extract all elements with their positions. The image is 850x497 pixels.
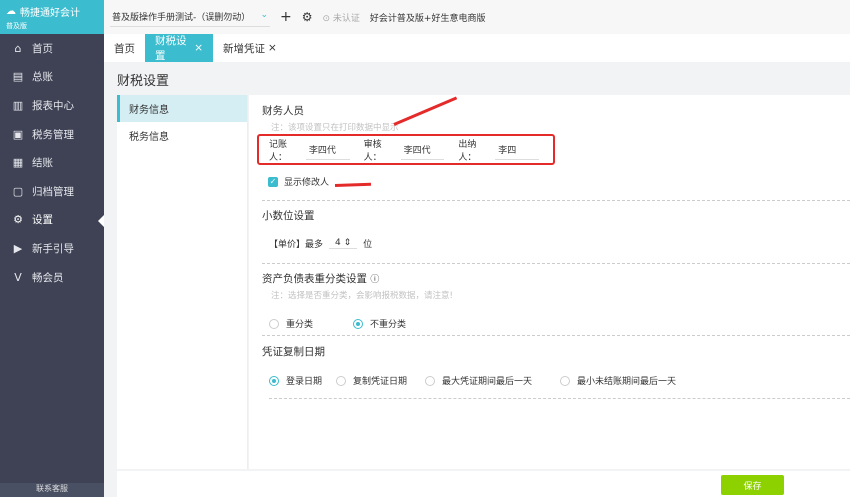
- footer: 保存: [117, 471, 850, 497]
- close-icon[interactable]: ×: [268, 42, 277, 54]
- sidebar: ☁ 畅捷通好会计 普及版 ⌂ 首页 ▤ 总账 ▥ 报表中心 ▣ 税务管理 ▦ 结账 ▢ 归档管理 ⚙ 设置 ▶…: [0, 0, 104, 497]
- add-icon[interactable]: +: [280, 9, 292, 25]
- cloud-icon: ☁: [6, 6, 16, 17]
- note: 注：该项设置只在打印数据中显示: [271, 123, 399, 133]
- save-button[interactable]: 保存: [721, 475, 784, 495]
- nav-icon: V: [14, 270, 22, 284]
- menu-tax-info[interactable]: 税务信息: [117, 122, 247, 149]
- section-title: 财务人员: [262, 105, 304, 117]
- settings-panel: 财务人员 注：该项设置只在打印数据中显示 记账人： 李四代 审核人： 李四代 出纳人…: [249, 95, 850, 469]
- logo: ☁ 畅捷通好会计 普及版: [0, 0, 104, 34]
- radio-copy-date[interactable]: [336, 375, 347, 386]
- cert-status[interactable]: ⊙ 未认证: [323, 11, 360, 24]
- bookkeeper-input[interactable]: 李四代: [305, 140, 350, 160]
- divider: [262, 200, 850, 201]
- radio-login-date[interactable]: [269, 375, 279, 386]
- gear-icon[interactable]: ⚙: [302, 10, 313, 24]
- tab-tax-settings[interactable]: 财税设置 ×: [145, 34, 213, 62]
- sidebar-item[interactable]: ▥ 报表中心: [0, 91, 104, 120]
- page-title: 财税设置: [117, 74, 170, 89]
- show-modifier-checkbox[interactable]: ✓ 显示修改人: [268, 175, 329, 188]
- sidebar-item[interactable]: ▤ 总账: [0, 63, 104, 92]
- sidebar-item[interactable]: ⌂ 首页: [0, 34, 104, 63]
- radio-reclass[interactable]: [269, 318, 279, 329]
- sidebar-item[interactable]: ▶ 新手引导: [0, 234, 104, 263]
- settings-menu: 财务信息 税务信息: [117, 95, 248, 469]
- nav-icon: ▢: [12, 184, 24, 198]
- sidebar-item[interactable]: ▣ 税务管理: [0, 120, 104, 149]
- menu-finance-info[interactable]: 财务信息: [117, 95, 247, 122]
- product-name: 好会计普及版+好生意电商版: [369, 13, 486, 24]
- note: 注：选择是否重分类，会影响报税数据，请注意!: [271, 291, 453, 301]
- divider: [269, 398, 850, 399]
- radio-max-period[interactable]: [425, 375, 436, 386]
- tab-home[interactable]: 首页: [104, 34, 145, 62]
- sidebar-item[interactable]: V 畅会员: [0, 263, 104, 292]
- nav-icon: ▶: [13, 241, 23, 255]
- sidebar-item[interactable]: ▦ 结账: [0, 148, 104, 177]
- help-icon[interactable]: ⓘ: [370, 275, 379, 285]
- section-title: 小数位设置: [262, 210, 315, 222]
- sidebar-item[interactable]: ⚙ 设置: [0, 206, 104, 235]
- close-icon[interactable]: ×: [194, 42, 203, 54]
- checkmark-icon: ✓: [268, 176, 278, 187]
- section-title: 资产负债表重分类设置 ⓘ: [262, 273, 380, 285]
- section-title: 凭证复制日期: [262, 346, 325, 358]
- tab-bar: 首页 财税设置 × 新增凭证 ×: [104, 34, 850, 62]
- radio-min-open-period[interactable]: [560, 375, 571, 386]
- nav-icon: ▣: [12, 127, 24, 141]
- finance-staff-fields: 记账人： 李四代 审核人： 李四代 出纳人： 李四: [257, 134, 555, 165]
- contact-link[interactable]: 联系客服: [0, 483, 104, 497]
- nav-icon: ▥: [12, 98, 24, 112]
- divider: [262, 263, 850, 264]
- decimal-stepper[interactable]: 4 ⇕: [329, 238, 358, 249]
- nav-icon: ▤: [12, 70, 24, 84]
- tab-new-voucher[interactable]: 新增凭证 ×: [213, 34, 287, 62]
- cashier-input[interactable]: 李四: [495, 140, 540, 160]
- reviewer-input[interactable]: 李四代: [400, 140, 445, 160]
- radio-no-reclass[interactable]: [353, 318, 364, 329]
- chevron-down-icon: ⌄: [260, 10, 268, 20]
- nav-icon: ⚙: [13, 213, 23, 227]
- sidebar-item[interactable]: ▢ 归档管理: [0, 177, 104, 206]
- annotation-arrow: [334, 182, 372, 187]
- nav-icon: ⌂: [14, 41, 22, 55]
- topbar: 普及版操作手册测试-（误删勿动） ⌄ + ⚙ ⊙ 未认证 好会计普及版+好生意电商…: [104, 0, 850, 34]
- account-book-select[interactable]: 普及版操作手册测试-（误删勿动） ⌄: [110, 7, 270, 27]
- divider: [262, 335, 850, 336]
- nav-icon: ▦: [12, 156, 24, 170]
- annotation-arrow: [393, 96, 458, 126]
